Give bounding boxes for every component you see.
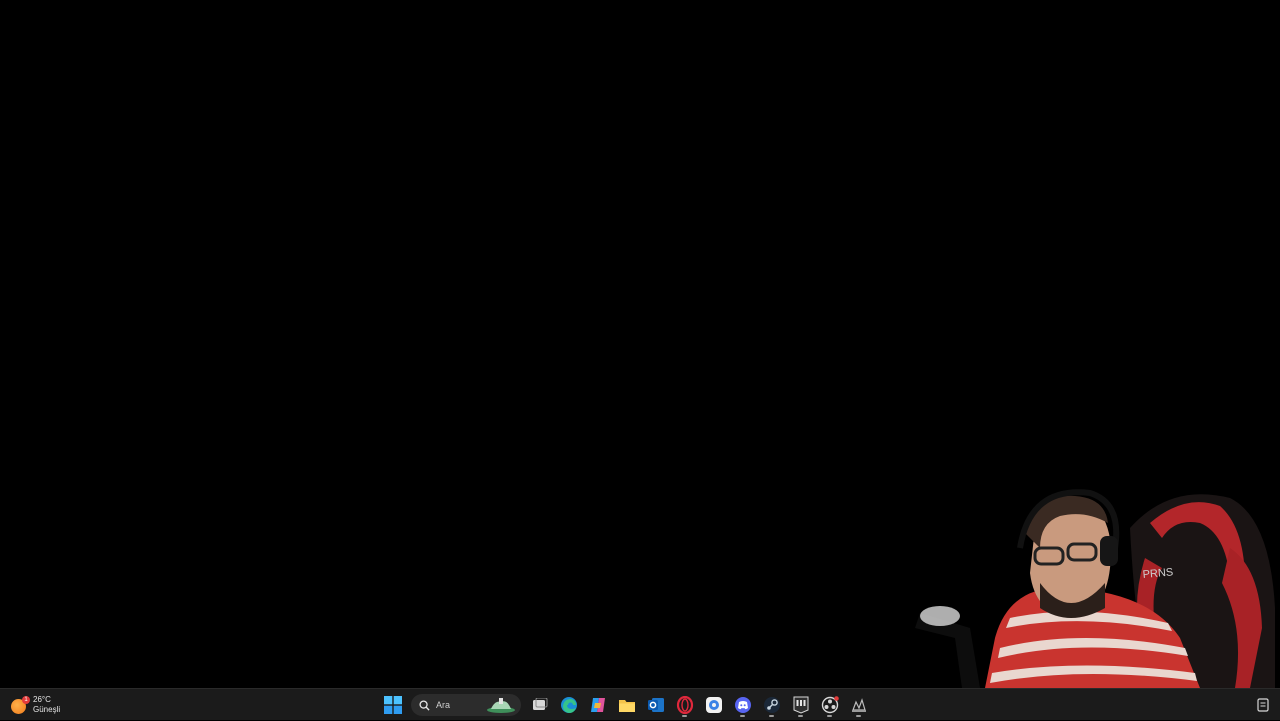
steam-button[interactable]: [759, 692, 785, 718]
copilot-icon: [590, 698, 605, 712]
edge-icon: [560, 697, 577, 713]
weather-sun-icon: 1: [10, 696, 30, 714]
file-explorer-button[interactable]: [614, 692, 640, 718]
obs-icon: [821, 696, 839, 714]
chat-app-icon: [705, 697, 722, 713]
running-indicator: [740, 715, 745, 717]
search-highlight-icon: [487, 698, 515, 713]
task-view-icon: [532, 698, 547, 710]
running-indicator: [798, 715, 803, 717]
webcam-overlay: PRNS: [900, 488, 1280, 688]
start-button[interactable]: [380, 692, 406, 718]
weather-condition: Güneşli: [33, 705, 61, 714]
opera-gx-button[interactable]: [672, 692, 698, 718]
running-indicator: [856, 715, 861, 717]
notification-icon: [1257, 698, 1269, 712]
discord-button[interactable]: [730, 692, 756, 718]
running-indicator: [769, 715, 774, 717]
obs-button[interactable]: [817, 692, 843, 718]
epic-games-icon: [793, 696, 808, 714]
weather-widget[interactable]: 1 26°C Güneşli: [10, 692, 60, 718]
search-icon: [419, 699, 430, 711]
running-indicator: [682, 715, 687, 717]
misc-app-icon: [851, 698, 866, 712]
steam-icon: [763, 697, 780, 713]
task-view-button[interactable]: [527, 692, 553, 718]
folder-icon: [618, 700, 635, 712]
opera-gx-icon: [676, 696, 693, 714]
epic-games-button[interactable]: [788, 692, 814, 718]
outlook-button[interactable]: [643, 692, 669, 718]
discord-icon: [734, 697, 751, 713]
weather-temperature: 26°C: [33, 695, 51, 704]
chat-app-button[interactable]: [701, 692, 727, 718]
windows-logo-icon: [383, 696, 402, 714]
taskbar-apps: Ara: [378, 689, 873, 721]
taskbar: 1 26°C Güneşli Ara: [0, 688, 1280, 720]
weather-badge: 1: [22, 696, 30, 704]
search-placeholder: Ara: [436, 700, 451, 710]
outlook-icon: [647, 698, 664, 712]
notification-button[interactable]: [1256, 697, 1270, 713]
edge-button[interactable]: [556, 692, 582, 718]
search-box[interactable]: Ara: [411, 694, 521, 716]
misc-app-button[interactable]: [846, 692, 872, 718]
copilot-button[interactable]: [585, 692, 611, 718]
running-indicator: [827, 715, 832, 717]
